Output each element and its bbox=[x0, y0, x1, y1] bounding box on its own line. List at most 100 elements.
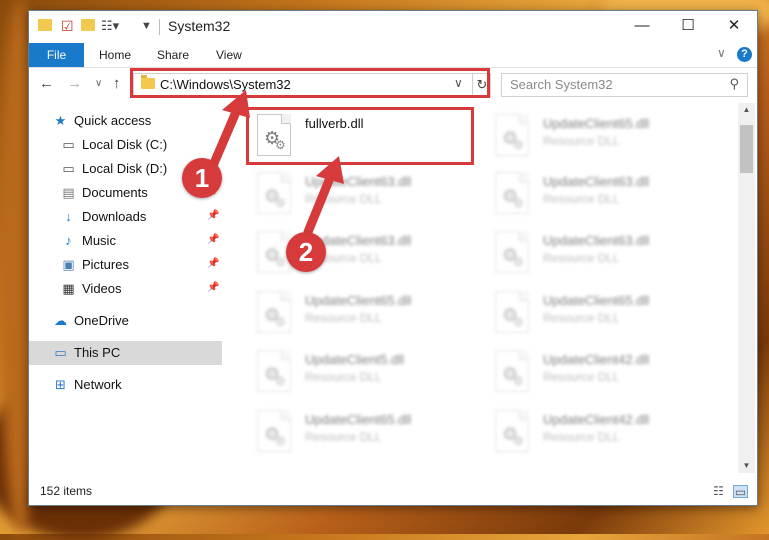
file-name: UpdateClient65.dll bbox=[543, 293, 650, 308]
dll-file-icon: ⚙ ⚙ bbox=[257, 172, 291, 214]
pin-icon[interactable]: 📌 bbox=[207, 282, 219, 293]
sidebar-item-label: Quick access bbox=[74, 113, 152, 128]
properties-icon[interactable]: ☑ bbox=[61, 17, 74, 35]
quick-access-dropdown-icon[interactable]: ▼ bbox=[141, 17, 152, 35]
sidebar-item-label: Local Disk (D:) bbox=[82, 161, 168, 176]
file-type: Resource DLL bbox=[305, 192, 382, 206]
file-item[interactable]: ⚙ ⚙ UpdateClient65.dll Resource DLL bbox=[485, 109, 715, 165]
close-button[interactable]: ✕ bbox=[711, 11, 757, 43]
sidebar-item-downloads[interactable]: ↓ Downloads 📌 bbox=[29, 205, 222, 229]
up-arrow-icon[interactable]: ↑ bbox=[113, 75, 121, 93]
scroll-up-icon[interactable]: ▲ bbox=[738, 103, 755, 117]
tab-home[interactable]: Home bbox=[99, 43, 131, 67]
item-count: 152 items bbox=[40, 484, 93, 498]
sidebar-item-quick-access[interactable]: ★ Quick access bbox=[29, 109, 222, 133]
file-item[interactable]: ⚙ ⚙ UpdateClient5.dll Resource DLL bbox=[247, 345, 477, 401]
tab-file[interactable]: File bbox=[29, 43, 84, 67]
search-input[interactable]: Search System32 ⚲ bbox=[501, 73, 748, 97]
help-button[interactable]: ? bbox=[737, 47, 752, 62]
file-item[interactable]: ⚙ ⚙ UpdateClient42.dll Resource DLL bbox=[485, 345, 715, 401]
gear-icon: ⚙ bbox=[275, 374, 286, 388]
file-item[interactable]: ⚙ ⚙ UpdateClient65.dll Resource DLL bbox=[247, 286, 477, 342]
dll-file-icon: ⚙ ⚙ bbox=[495, 291, 529, 333]
dll-file-icon: ⚙ ⚙ bbox=[495, 114, 529, 156]
callout-1: 1 bbox=[182, 158, 222, 198]
sidebar-item-local-disk-c[interactable]: ▭ Local Disk (C:) bbox=[29, 133, 222, 157]
star-icon: ★ bbox=[54, 113, 67, 128]
file-item[interactable]: ⚙ ⚙ UpdateClient63.dll Resource DLL bbox=[247, 167, 477, 223]
gear-icon: ⚙ bbox=[513, 255, 524, 269]
status-bar: 152 items ☷ ▭ bbox=[29, 481, 757, 503]
pin-icon[interactable]: 📌 bbox=[207, 258, 219, 269]
sidebar-item-videos[interactable]: ▦ Videos 📌 bbox=[29, 277, 222, 301]
sidebar-item-label: OneDrive bbox=[74, 313, 129, 328]
tab-share[interactable]: Share bbox=[157, 43, 189, 67]
file-item[interactable]: ⚙ ⚙ UpdateClient65.dll Resource DLL bbox=[485, 286, 715, 342]
back-arrow-icon[interactable]: ← bbox=[39, 75, 54, 93]
file-type: Resource DLL bbox=[305, 311, 382, 325]
gear-icon: ⚙ bbox=[275, 196, 286, 210]
forward-arrow-icon[interactable]: → bbox=[67, 75, 82, 93]
customize-quick-access-icon[interactable]: ☷▾ bbox=[101, 17, 119, 35]
file-item[interactable]: ⚙ ⚙ UpdateClient42.dll Resource DLL bbox=[485, 405, 715, 461]
sidebar-item-label: This PC bbox=[74, 345, 121, 360]
file-type: Resource DLL bbox=[543, 192, 620, 206]
sidebar-item-music[interactable]: ♪ Music 📌 bbox=[29, 229, 222, 253]
computer-icon: ▭ bbox=[54, 345, 67, 360]
file-name: UpdateClient63.dll bbox=[543, 233, 650, 248]
file-type: Resource DLL bbox=[543, 134, 620, 148]
sidebar-item-label: Music bbox=[82, 233, 116, 248]
title-separator bbox=[159, 19, 160, 35]
pin-icon[interactable]: 📌 bbox=[207, 234, 219, 245]
gear-icon: ⚙ bbox=[513, 434, 524, 448]
file-name: UpdateClient63.dll bbox=[305, 174, 412, 189]
maximize-button[interactable]: ☐ bbox=[665, 11, 711, 43]
network-icon: ⊞ bbox=[55, 377, 66, 392]
file-type: Resource DLL bbox=[543, 251, 620, 265]
sidebar-item-pictures[interactable]: ▣ Pictures 📌 bbox=[29, 253, 222, 277]
file-type: Resource DLL bbox=[305, 370, 382, 384]
file-name: UpdateClient65.dll bbox=[305, 293, 412, 308]
file-item[interactable]: ⚙ ⚙ UpdateClient65.dll Resource DLL bbox=[247, 405, 477, 461]
large-icons-view-icon[interactable]: ▭ bbox=[733, 485, 748, 499]
file-type: Resource DLL bbox=[543, 430, 620, 444]
dll-file-icon: ⚙ ⚙ bbox=[257, 350, 291, 392]
file-type: Resource DLL bbox=[543, 311, 620, 325]
music-icon: ♪ bbox=[65, 233, 72, 248]
cloud-icon: ☁ bbox=[54, 313, 67, 328]
sidebar-item-this-pc[interactable]: ▭ This PC bbox=[29, 341, 222, 365]
file-item[interactable]: ⚙ ⚙ UpdateClient63.dll Resource DLL bbox=[485, 226, 715, 282]
window-title: System32 bbox=[168, 18, 231, 34]
minimize-button[interactable]: — bbox=[619, 11, 665, 43]
pictures-icon: ▣ bbox=[62, 257, 75, 272]
recent-locations-icon[interactable]: ∨ bbox=[95, 75, 102, 93]
file-type: Resource DLL bbox=[305, 430, 382, 444]
sidebar-item-network[interactable]: ⊞ Network bbox=[29, 373, 222, 397]
new-folder-icon[interactable] bbox=[81, 17, 95, 35]
sidebar-item-label: Documents bbox=[82, 185, 148, 200]
dll-file-icon: ⚙ ⚙ bbox=[495, 410, 529, 452]
dll-file-icon: ⚙ ⚙ bbox=[495, 172, 529, 214]
file-item[interactable]: ⚙ ⚙ UpdateClient63.dll Resource DLL bbox=[247, 226, 477, 282]
scroll-down-icon[interactable]: ▼ bbox=[738, 459, 755, 473]
drive-icon: ▭ bbox=[62, 161, 75, 176]
file-type: Resource DLL bbox=[543, 370, 620, 384]
documents-icon: ▤ bbox=[62, 185, 75, 200]
dll-file-icon: ⚙ ⚙ bbox=[257, 410, 291, 452]
chevron-down-icon[interactable]: ∨ bbox=[717, 46, 726, 60]
sidebar-item-label: Pictures bbox=[82, 257, 129, 272]
vertical-scrollbar[interactable]: ▲ ▼ bbox=[738, 103, 755, 473]
sidebar-item-onedrive[interactable]: ☁ OneDrive bbox=[29, 309, 222, 333]
file-name: UpdateClient65.dll bbox=[305, 412, 412, 427]
address-bar-highlight bbox=[130, 68, 490, 98]
details-view-icon[interactable]: ☷ bbox=[711, 485, 726, 498]
tab-view[interactable]: View bbox=[216, 43, 242, 67]
navigation-pane: ★ Quick access ▭ Local Disk (C:) ▭ Local… bbox=[29, 103, 222, 473]
pin-icon[interactable]: 📌 bbox=[207, 210, 219, 221]
search-placeholder: Search System32 bbox=[510, 77, 613, 92]
search-icon[interactable]: ⚲ bbox=[729, 76, 739, 92]
gear-icon: ⚙ bbox=[513, 374, 524, 388]
sidebar-item-label: Local Disk (C:) bbox=[82, 137, 168, 152]
scrollbar-thumb[interactable] bbox=[740, 125, 753, 173]
file-item[interactable]: ⚙ ⚙ UpdateClient63.dll Resource DLL bbox=[485, 167, 715, 223]
